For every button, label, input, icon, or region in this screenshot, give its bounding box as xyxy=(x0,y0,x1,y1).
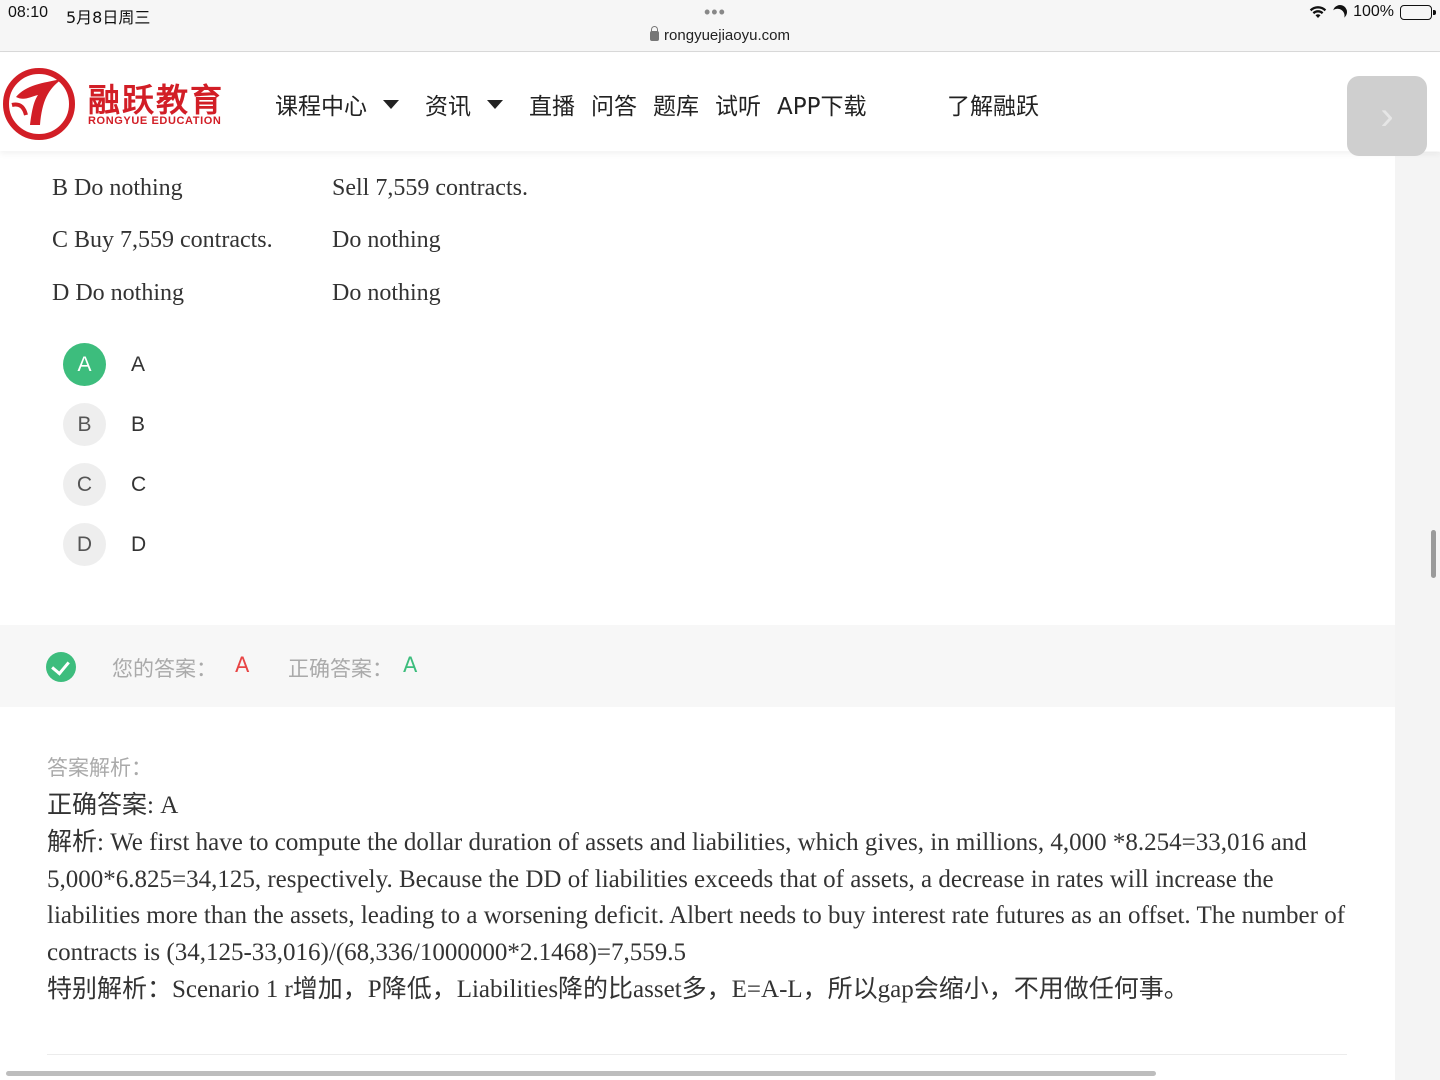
nav-label: 题库 xyxy=(653,94,699,120)
vertical-scrollbar[interactable] xyxy=(1431,530,1436,578)
nav-item-live[interactable]: 直播 xyxy=(529,87,575,121)
ios-status-bar: 08:10 5月8日周三 ••• rongyuejiaoyu.com 100% xyxy=(0,0,1440,52)
address-bar[interactable]: rongyuejiaoyu.com xyxy=(0,26,1440,44)
rongyue-logo[interactable]: 融跃教育 RONGYUE EDUCATION xyxy=(2,67,242,141)
site-header: 融跃教育 RONGYUE EDUCATION 课程中心 资讯 直播 问答 题库 … xyxy=(0,53,1440,156)
status-indicators: 100% xyxy=(1309,2,1436,21)
nav-item-trial[interactable]: 试听 xyxy=(715,87,761,121)
your-answer-value: A xyxy=(235,653,250,677)
choice-bubble[interactable]: B xyxy=(63,403,106,446)
choice-c[interactable]: C C xyxy=(63,463,146,506)
table-cell: Do nothing xyxy=(332,227,441,253)
logo-text-en: RONGYUE EDUCATION xyxy=(88,115,222,127)
choice-label: B xyxy=(131,412,146,436)
nav-label: 问答 xyxy=(591,94,637,120)
nav-item-qa[interactable]: 问答 xyxy=(591,87,637,121)
status-time: 08:10 xyxy=(8,4,49,21)
table-cell: Do nothing xyxy=(332,280,441,306)
table-cell: D Do nothing xyxy=(52,280,184,306)
choice-label: D xyxy=(131,532,147,556)
table-cell: B Do nothing xyxy=(52,175,183,201)
table-cell: C Buy 7,559 contracts. xyxy=(52,227,273,253)
correct-answer-label: 正确答案： xyxy=(288,657,393,681)
logo-mark-icon xyxy=(3,68,75,140)
status-date: 5月8日周三 xyxy=(66,8,151,27)
horizontal-scrollbar[interactable] xyxy=(6,1071,1156,1076)
choice-bubble[interactable]: D xyxy=(63,523,106,566)
wifi-icon xyxy=(1309,5,1327,19)
analysis-special-note: 特别解析：Scenario 1 r增加，P降低，Liabilities降的比as… xyxy=(47,975,1189,1003)
nav-item-courses[interactable]: 课程中心 xyxy=(275,87,409,121)
check-circle-icon xyxy=(46,652,76,682)
battery-icon xyxy=(1400,4,1436,20)
answer-result-bar: 您的答案： A 正确答案： A xyxy=(0,625,1395,707)
nav-item-about[interactable]: 了解融跃 xyxy=(947,87,1039,121)
chevron-right-icon: › xyxy=(1380,94,1394,138)
table-cell: Sell 7,559 contracts. xyxy=(332,175,528,201)
nav-item-question-bank[interactable]: 题库 xyxy=(653,87,699,121)
analysis-title: 答案解析： xyxy=(47,756,152,780)
analysis-correct-answer: 正确答案: A xyxy=(47,792,179,819)
nav-label: 资讯 xyxy=(425,94,471,120)
choice-a[interactable]: A A xyxy=(63,343,145,386)
nav-label: 试听 xyxy=(715,94,761,120)
answer-analysis: 答案解析： 正确答案: A 解析: We first have to compu… xyxy=(47,752,1347,1009)
next-question-button[interactable]: › xyxy=(1347,76,1427,156)
your-answer-label: 您的答案： xyxy=(112,657,217,681)
nav-item-news[interactable]: 资讯 xyxy=(425,87,513,121)
nav-item-app-download[interactable]: APP下载 xyxy=(777,87,866,121)
correct-answer-value: A xyxy=(403,653,418,677)
choice-d[interactable]: D D xyxy=(63,523,146,566)
analysis-body: 正确答案: A 解析: We first have to compute the… xyxy=(47,788,1347,1009)
battery-percent: 100% xyxy=(1353,3,1394,20)
choice-label: A xyxy=(131,352,146,376)
nav-label: 直播 xyxy=(529,94,575,120)
analysis-explanation: 解析: We first have to compute the dollar … xyxy=(47,828,1346,967)
more-dots-icon[interactable]: ••• xyxy=(704,2,726,23)
divider xyxy=(47,1054,1347,1055)
do-not-disturb-moon-icon xyxy=(1331,2,1350,21)
caret-down-icon xyxy=(487,99,503,109)
choice-label: C xyxy=(131,472,147,496)
choice-b[interactable]: B B xyxy=(63,403,145,446)
lock-icon xyxy=(650,26,660,41)
caret-down-icon xyxy=(383,99,399,109)
nav-label: APP下载 xyxy=(777,94,867,120)
main-nav: 课程中心 资讯 直播 问答 题库 试听 APP下载 xyxy=(275,87,882,121)
nav-label: 课程中心 xyxy=(275,94,367,120)
choice-bubble[interactable]: C xyxy=(63,463,106,506)
right-gutter xyxy=(1395,152,1440,1080)
choice-bubble-selected[interactable]: A xyxy=(63,343,106,386)
url-text: rongyuejiaoyu.com xyxy=(664,27,790,44)
